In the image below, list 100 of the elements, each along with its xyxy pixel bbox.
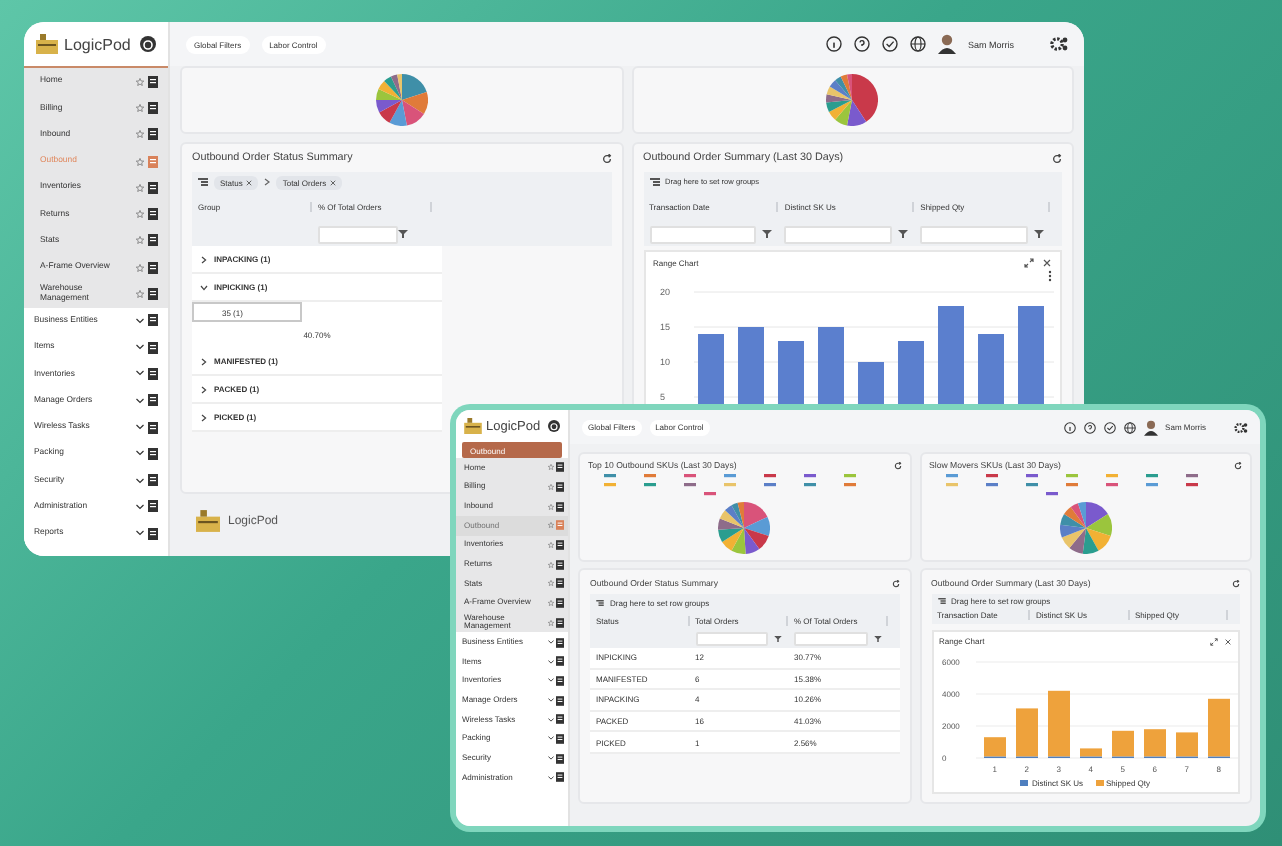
row-groups-icon [596,599,604,605]
close-icon[interactable] [1224,637,1232,645]
star-icon[interactable] [136,77,144,86]
chevron-right-icon [264,178,271,186]
check-icon[interactable] [881,36,898,52]
chevron-down-icon[interactable] [200,283,208,291]
document-icon [148,394,158,407]
chevron-right-icon[interactable] [200,357,208,365]
chevron-down-icon[interactable] [136,397,144,404]
document-icon [148,181,158,194]
filter-field[interactable] [649,225,757,243]
filter-icon[interactable] [1034,230,1044,238]
refresh-icon[interactable] [1234,461,1242,469]
pie-chart-drawing [826,74,879,126]
document-icon [556,675,564,686]
chevron-down-icon[interactable] [136,450,144,457]
star-icon[interactable] [548,484,554,491]
star-icon[interactable] [136,210,144,219]
chevron-down-icon[interactable] [136,530,144,537]
chevron-down-icon[interactable] [136,344,144,351]
settings-icon[interactable] [1050,36,1068,52]
document-icon [148,314,158,327]
filter-icon[interactable] [762,230,773,238]
star-icon[interactable] [548,464,554,471]
chevron-down-icon[interactable] [548,659,554,664]
star-icon[interactable] [136,183,144,192]
star-icon[interactable] [548,542,554,549]
chevron-down-icon[interactable] [136,370,144,377]
star-icon[interactable] [136,263,144,272]
filter-icon[interactable] [774,636,782,642]
document-icon [556,462,564,473]
chevron-right-icon[interactable] [200,385,208,393]
document-icon [148,288,158,301]
expand-icon[interactable] [1210,637,1218,645]
chevron-down-icon[interactable] [136,503,144,510]
chevron-down-icon[interactable] [548,698,554,703]
filter-field[interactable] [318,225,398,243]
chevron-down-icon[interactable] [136,424,144,430]
refresh-icon[interactable] [893,461,901,469]
chevron-down-icon[interactable] [136,317,144,324]
star-icon[interactable] [548,522,554,529]
avatar-icon[interactable] [937,34,956,54]
chevron-down-icon[interactable] [136,477,144,484]
settings-icon[interactable] [1234,421,1248,433]
document-icon [148,474,158,487]
star-icon[interactable] [136,236,144,245]
document-icon [148,500,158,513]
chevron-down-icon[interactable] [548,640,554,645]
expand-icon[interactable] [1024,258,1034,268]
avatar-icon[interactable] [1143,419,1158,435]
chevron-down-icon[interactable] [548,775,554,780]
refresh-icon[interactable] [1232,579,1240,587]
check-icon[interactable] [1103,421,1116,433]
filter-icon[interactable] [898,230,909,238]
logout-icon[interactable] [140,36,156,52]
document-icon [148,128,158,141]
chevron-down-icon[interactable] [548,756,554,761]
filter-field[interactable] [794,632,867,646]
refresh-icon[interactable] [891,579,899,587]
refresh-icon[interactable] [1052,153,1062,163]
document-icon [556,656,564,667]
filter-field[interactable] [784,225,893,243]
star-icon[interactable] [548,600,554,607]
star-icon[interactable] [548,619,554,626]
star-icon[interactable] [548,580,554,587]
chevron-down-icon[interactable] [548,736,554,741]
document-icon [556,578,564,589]
chevron-right-icon[interactable] [200,255,208,263]
star-icon[interactable] [136,130,144,139]
document-icon [556,540,564,551]
globe-icon[interactable] [909,36,926,52]
document-icon [556,772,564,783]
help-icon[interactable] [853,36,870,52]
star-icon[interactable] [136,290,144,299]
info-icon[interactable] [825,36,842,52]
chevron-down-icon[interactable] [548,717,554,722]
close-icon[interactable] [246,179,253,185]
document-icon [556,520,564,531]
filter-icon[interactable] [873,636,881,642]
filter-field[interactable] [920,225,1028,243]
globe-icon[interactable] [1123,421,1136,433]
star-icon[interactable] [548,561,554,568]
help-icon[interactable] [1083,421,1096,433]
document-icon [148,155,158,168]
close-icon[interactable] [330,179,337,185]
chevron-down-icon[interactable] [548,678,554,683]
refresh-icon[interactable] [601,153,611,163]
star-icon[interactable] [136,103,144,112]
close-icon[interactable] [1042,258,1052,268]
info-icon[interactable] [1063,421,1076,433]
filter-icon[interactable] [398,230,408,238]
star-icon[interactable] [136,157,144,166]
logo-icon [464,418,482,434]
document-icon [556,714,564,725]
star-icon[interactable] [548,503,554,510]
document-icon [556,501,564,512]
logout-icon[interactable] [548,420,560,432]
document-icon [556,733,564,744]
chevron-right-icon[interactable] [200,413,208,421]
filter-field[interactable] [695,632,768,646]
